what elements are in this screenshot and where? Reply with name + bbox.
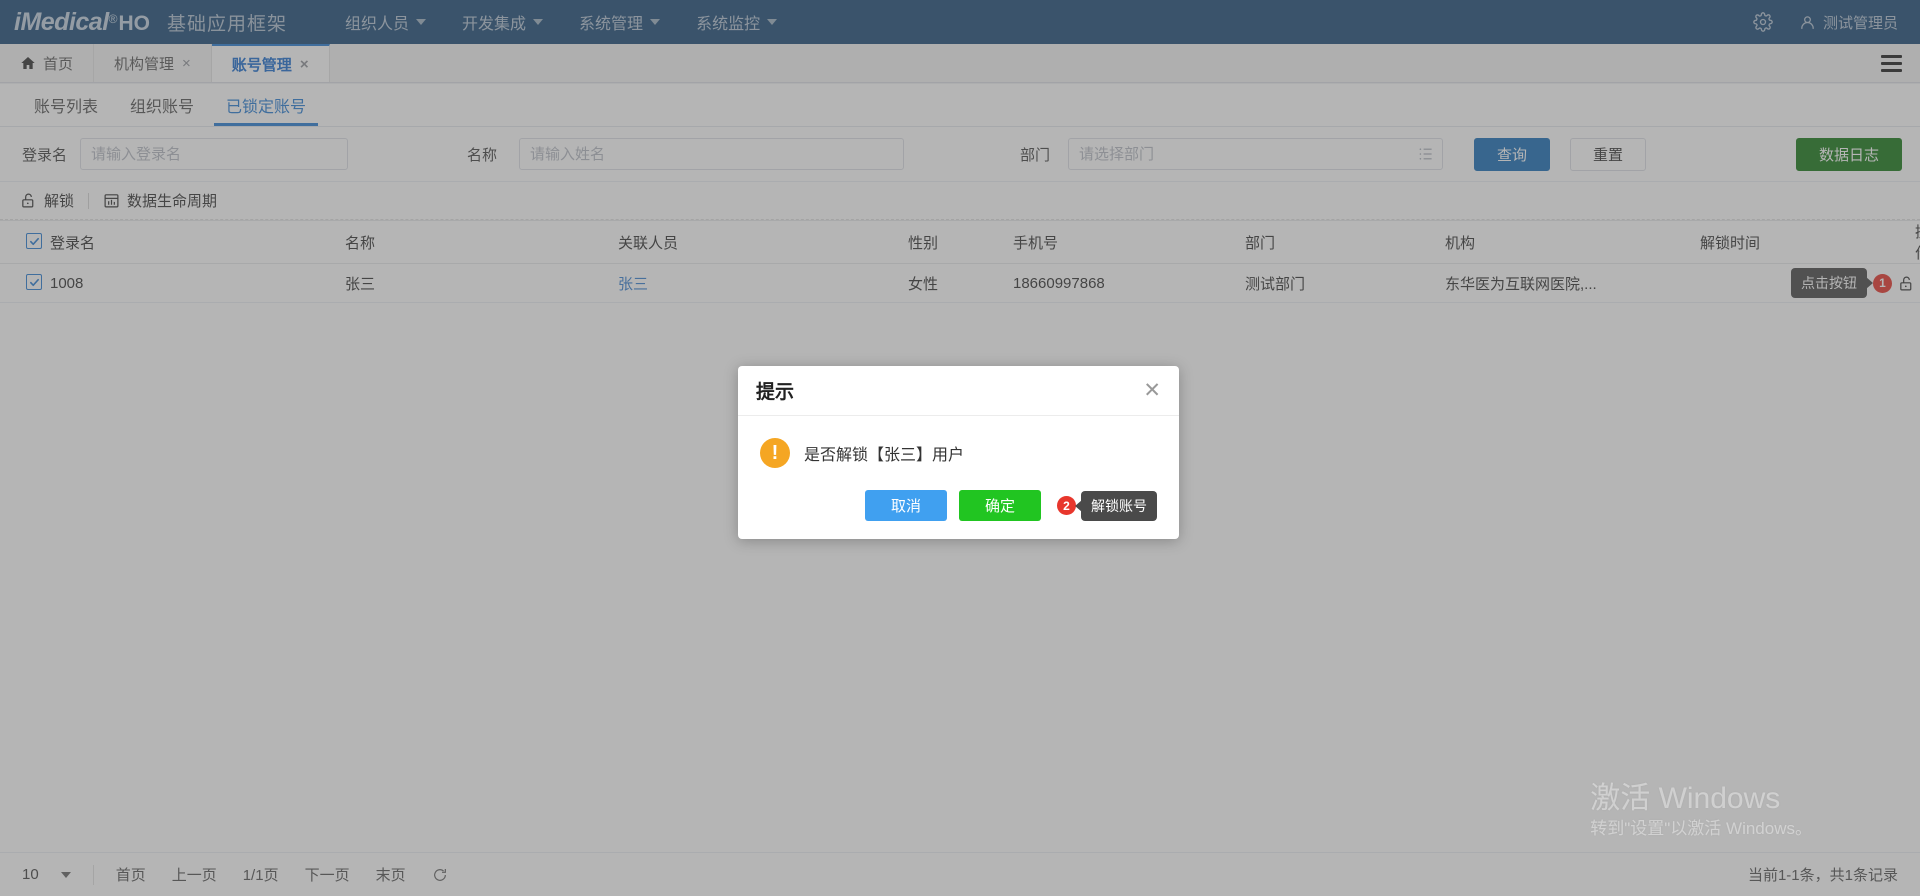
dialog-message: 是否解锁【张三】用户	[804, 441, 964, 465]
dialog-footer: 取消 确定 2 解锁账号	[738, 476, 1179, 539]
confirm-dialog: 提示 ✕ ! 是否解锁【张三】用户 取消 确定 2 解锁账号	[738, 366, 1179, 539]
step-2-annotation: 2 解锁账号	[1057, 491, 1157, 521]
close-icon[interactable]: ✕	[1143, 380, 1161, 401]
step-2-badge: 2	[1057, 496, 1076, 515]
dialog-body: ! 是否解锁【张三】用户	[738, 416, 1179, 476]
dialog-header: 提示 ✕	[738, 366, 1179, 416]
app-root: iMedical ® HO 基础应用框架 组织人员 开发集成 系统管理 系统监控	[0, 0, 1920, 896]
warning-icon: !	[760, 438, 790, 468]
dialog-title: 提示	[756, 377, 794, 404]
dialog-confirm-button[interactable]: 确定	[959, 490, 1041, 521]
step-2-tooltip: 解锁账号	[1081, 491, 1157, 521]
dialog-cancel-button[interactable]: 取消	[865, 490, 947, 521]
